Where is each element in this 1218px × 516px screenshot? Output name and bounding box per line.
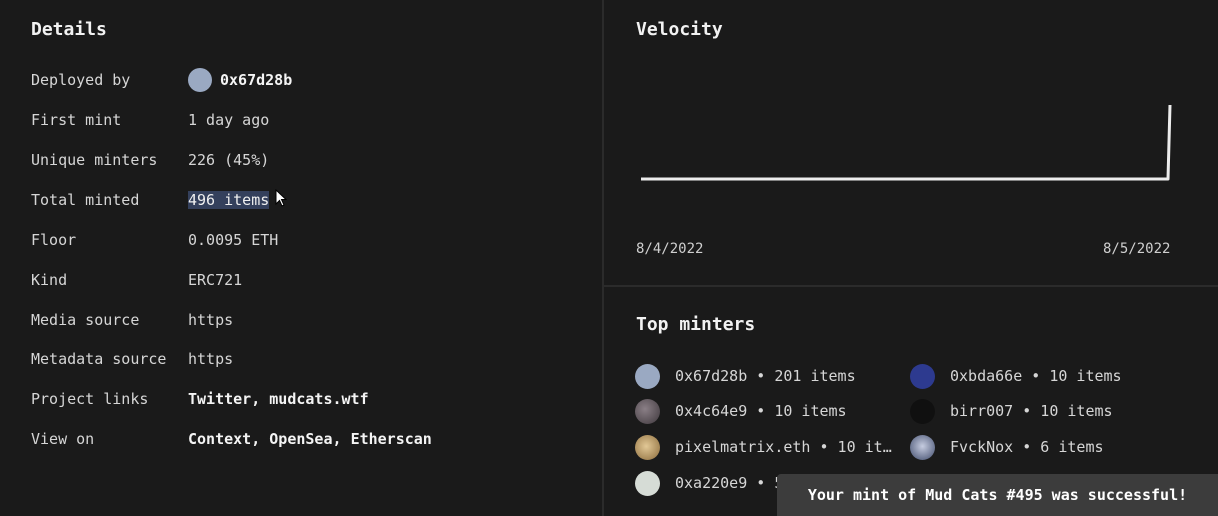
detail-row-project-links: Project links Twitter, mudcats.wtf (31, 387, 369, 411)
detail-row-view-on: View on Context, OpenSea, Etherscan (31, 427, 432, 451)
horizontal-divider (604, 285, 1218, 287)
detail-label: Unique minters (31, 151, 158, 169)
minter-item[interactable]: 0xa220e9 • 5 (635, 470, 783, 496)
website-link[interactable]: mudcats.wtf (269, 390, 368, 408)
etherscan-link[interactable]: Etherscan (351, 430, 432, 448)
detail-row-first-mint: First mint 1 day ago (31, 108, 269, 132)
detail-value: https (188, 311, 234, 329)
minter-avatar (635, 363, 660, 389)
minter-text: 0xa220e9 • 5 (675, 474, 784, 492)
detail-label: Metadata source (31, 350, 167, 368)
detail-label: View on (31, 430, 95, 448)
minter-avatar (635, 398, 660, 424)
minter-avatar (910, 398, 935, 424)
total-minted-value-wrap: 496 items (188, 188, 288, 211)
detail-label: Deployed by (31, 71, 131, 89)
project-links: Twitter, mudcats.wtf (188, 390, 369, 408)
detail-label: Kind (31, 271, 68, 289)
detail-row-deployed-by: Deployed by 0x67d28b (31, 68, 292, 92)
total-minted-value: 496 items (188, 191, 270, 209)
deployer-address[interactable]: 0x67d28b (220, 71, 292, 89)
minter-item[interactable]: 0x67d28b • 201 items (635, 363, 856, 389)
view-on-links: Context, OpenSea, Etherscan (188, 430, 432, 448)
minter-item[interactable]: 0x4c64e9 • 10 items (635, 398, 847, 424)
minter-item[interactable]: 0xbda66e • 10 items (910, 363, 1122, 389)
detail-row-kind: Kind ERC721 (31, 268, 242, 292)
toast-message: Your mint of Mud Cats #495 was successfu… (807, 486, 1188, 504)
deployer-link[interactable]: 0x67d28b (188, 68, 292, 92)
minter-text: FvckNox • 6 items (950, 438, 1104, 456)
detail-label: Total minted (31, 191, 140, 209)
velocity-chart (641, 104, 1172, 181)
minter-avatar (635, 470, 660, 496)
velocity-x-start: 8/4/2022 (636, 241, 704, 257)
detail-value: 1 day ago (188, 111, 270, 129)
minter-text: 0x4c64e9 • 10 items (675, 402, 847, 420)
detail-label: Media source (31, 311, 140, 329)
vertical-divider (602, 0, 604, 516)
detail-value: https (188, 350, 234, 368)
detail-row-unique-minters: Unique minters 226 (45%) (31, 148, 269, 172)
minter-text: 0xbda66e • 10 items (950, 367, 1122, 385)
minter-text: birr007 • 10 items (950, 402, 1113, 420)
minter-text: pixelmatrix.eth • 10 it… (675, 438, 892, 456)
deployer-avatar (188, 68, 212, 92)
minter-avatar (910, 363, 935, 389)
minter-item[interactable]: pixelmatrix.eth • 10 it… (635, 434, 892, 460)
context-link[interactable]: Context (188, 430, 251, 448)
twitter-link[interactable]: Twitter (188, 390, 251, 408)
minter-item[interactable]: birr007 • 10 items (910, 398, 1113, 424)
detail-row-media-source: Media source https (31, 308, 233, 332)
minter-item[interactable]: FvckNox • 6 items (910, 434, 1104, 460)
mouse-cursor-icon (275, 188, 288, 211)
detail-value: ERC721 (188, 271, 243, 289)
detail-row-floor: Floor 0.0095 ETH (31, 228, 278, 252)
opensea-link[interactable]: OpenSea (269, 430, 332, 448)
detail-label: Floor (31, 231, 77, 249)
minter-avatar (635, 434, 660, 460)
minter-avatar (910, 434, 935, 460)
velocity-title: Velocity (636, 19, 723, 40)
velocity-series-line (641, 104, 1172, 181)
detail-row-metadata-source: Metadata source https (31, 347, 233, 371)
detail-row-total-minted: Total minted 496 items (31, 188, 288, 212)
detail-label: Project links (31, 390, 149, 408)
minter-text: 0x67d28b • 201 items (675, 367, 856, 385)
detail-value: 0.0095 ETH (188, 231, 279, 249)
detail-value: 226 (45%) (188, 151, 270, 169)
mint-success-toast[interactable]: Your mint of Mud Cats #495 was successfu… (777, 474, 1218, 516)
details-title: Details (31, 19, 107, 40)
top-minters-title: Top minters (636, 314, 756, 335)
detail-label: First mint (31, 111, 122, 129)
velocity-x-end: 8/5/2022 (1103, 241, 1171, 257)
